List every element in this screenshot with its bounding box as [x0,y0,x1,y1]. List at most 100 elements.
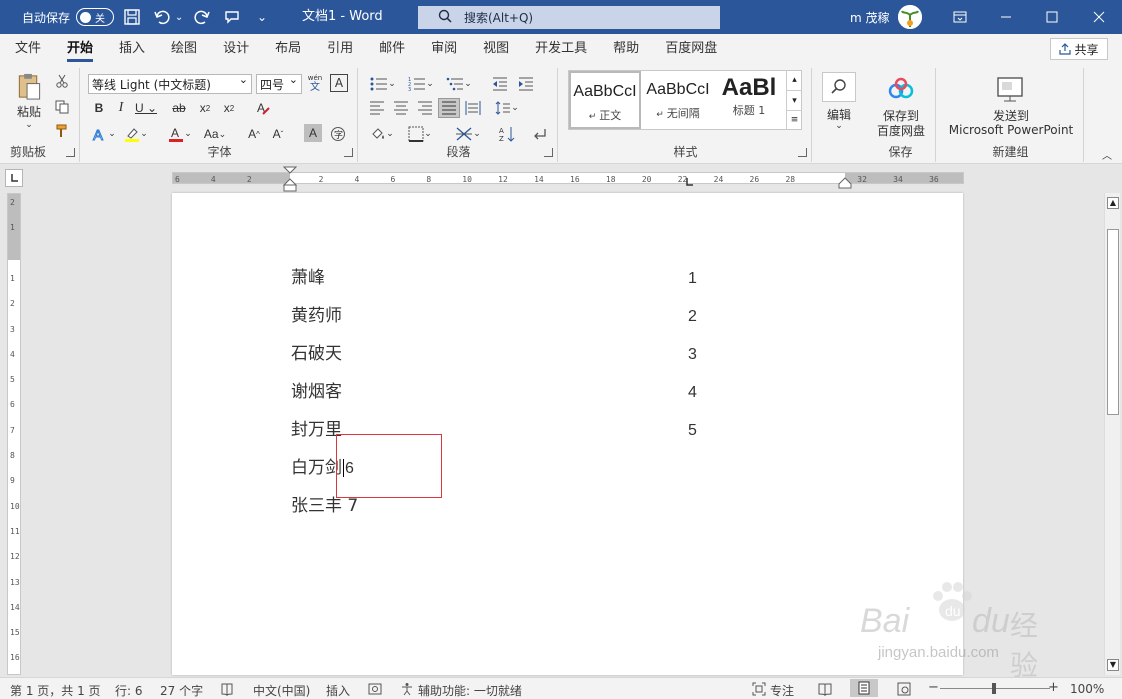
char-shading-icon[interactable]: A [304,124,322,142]
line-spacing-icon[interactable]: ⌄ [492,98,522,118]
font-launcher-icon[interactable] [344,148,353,157]
align-left-icon[interactable] [366,98,388,118]
autosave[interactable]: 自动保存 关 [22,8,115,26]
edit-dropdown-icon[interactable]: ⌄ [816,120,862,132]
shrink-font-icon[interactable]: Aˇ [268,124,288,144]
focus-icon[interactable] [752,682,766,699]
highlight-color-icon[interactable]: ⌄ [122,124,150,144]
web-layout-icon[interactable] [897,682,911,699]
baidu-netdisk-icon[interactable] [886,74,916,104]
document-page[interactable]: 萧峰 1 黄药师 2 石破天 3 谢烟客 4 封万里 5 白万剑 6 张三丰 7 [172,193,963,675]
clear-formatting-icon[interactable]: A [252,98,274,118]
status-words[interactable]: 27 个字 [160,682,203,699]
tab-help[interactable]: 帮助 [600,34,652,64]
chinese-layout-icon[interactable]: ⌄ [452,124,484,144]
send-to-ppt-icon[interactable] [994,74,1026,104]
sort-icon[interactable]: AZ [496,124,518,144]
grow-font-icon[interactable]: A ^ [244,124,264,144]
collapse-ribbon-icon[interactable]: ︿ [1100,148,1114,162]
numbering-icon[interactable]: 1 2 3 ⌄ [404,74,438,94]
baidu-line1[interactable]: 保存到 [866,108,936,123]
format-painter-icon[interactable] [52,122,72,140]
status-focus[interactable]: 专注 [770,682,794,699]
scroll-down-icon[interactable]: ▼ [1107,659,1119,671]
status-mode[interactable]: 插入 [326,682,350,699]
decrease-indent-icon[interactable] [490,74,510,94]
minimize-icon[interactable] [983,0,1029,34]
tab-insert[interactable]: 插入 [106,34,158,64]
styles-down-icon[interactable]: ▾ [787,90,802,110]
proofing-icon[interactable] [220,682,234,699]
search-input[interactable]: 搜索(Alt+Q) [418,6,720,29]
clipboard-launcher-icon[interactable] [66,148,75,157]
tab-developer[interactable]: 开发工具 [522,34,600,64]
zoom-slider-knob[interactable] [992,683,996,694]
undo-icon[interactable] [150,5,174,29]
status-accessibility[interactable]: 辅助功能: 一切就绪 [418,682,522,699]
enclose-char-icon[interactable]: 字 [328,124,348,144]
avatar[interactable] [897,5,922,29]
touch-mode-icon[interactable] [220,5,244,29]
zoom-out-icon[interactable]: − [928,680,939,695]
underline-icon[interactable]: U ⌄ [134,98,158,118]
find-icon[interactable] [822,72,856,102]
cut-icon[interactable] [52,72,72,90]
style-normal[interactable]: AaBbCcI ↵ 正文 [569,71,641,129]
tab-layout[interactable]: 布局 [262,34,314,64]
save-icon[interactable] [120,5,144,29]
paragraph-launcher-icon[interactable] [544,148,553,157]
tab-references[interactable]: 引用 [314,34,366,64]
tab-home[interactable]: 开始 [54,34,106,64]
distributed-icon[interactable] [462,98,484,118]
increase-indent-icon[interactable] [516,74,536,94]
tab-design[interactable]: 设计 [210,34,262,64]
redo-icon[interactable] [190,5,214,29]
tab-mailings[interactable]: 邮件 [366,34,418,64]
customize-qat-icon[interactable]: ⌄ [250,5,274,29]
paste-button[interactable]: 粘贴 ⌄ [12,72,46,130]
tab-draw[interactable]: 绘图 [158,34,210,64]
tab-selector[interactable] [5,169,23,187]
borders-icon[interactable]: ⌄ [404,124,436,144]
print-layout-icon[interactable] [850,679,878,697]
bullets-icon[interactable]: ⌄ [366,74,400,94]
ppt-line1[interactable]: 发送到 [938,108,1084,123]
copy-icon[interactable] [52,98,72,116]
scroll-thumb[interactable] [1107,229,1119,415]
vertical-scrollbar[interactable]: ▲ ▼ [1104,193,1120,675]
zoom-in-icon[interactable]: + [1048,680,1059,695]
bold-icon[interactable]: B [90,98,108,118]
italic-icon[interactable]: I [112,98,130,118]
status-page[interactable]: 第 1 页，共 1 页 [10,682,101,699]
zoom-slider[interactable] [940,683,1050,694]
change-case-icon[interactable]: Aa ⌄ [198,124,232,144]
tab-file[interactable]: 文件 [2,34,54,64]
macro-record-icon[interactable] [368,682,382,699]
text-effects-icon[interactable]: A ⌄ [90,124,118,144]
maximize-icon[interactable] [1029,0,1075,34]
font-color-icon[interactable]: A ⌄ [166,124,194,144]
status-zoom[interactable]: 100% [1070,682,1104,696]
align-center-icon[interactable] [390,98,412,118]
superscript-icon[interactable]: x2 [218,98,240,118]
read-mode-icon[interactable] [818,682,832,699]
char-border-button[interactable]: A [330,74,348,92]
status-language[interactable]: 中文(中国) [253,682,310,699]
user-account[interactable]: m 茂稼 [850,0,922,34]
styles-more-icon[interactable]: ≡ [787,110,802,128]
ribbon-display-icon[interactable] [937,0,983,34]
tab-review[interactable]: 审阅 [418,34,470,64]
phonetic-guide-button[interactable]: wén 文 [306,72,324,94]
autosave-toggle[interactable]: 关 [76,8,115,26]
accessibility-icon[interactable] [400,682,414,699]
baidu-line2[interactable]: 百度网盘 [866,123,936,138]
font-size-select[interactable]: 四号 [256,73,302,94]
tab-view[interactable]: 视图 [470,34,522,64]
style-no-spacing[interactable]: AaBbCcI ↵ 无间隔 [642,71,714,129]
style-heading-1[interactable]: AaBl 标题 1 [715,71,783,129]
multilevel-list-icon[interactable]: ⌄ [442,74,476,94]
subscript-icon[interactable]: x2 [194,98,216,118]
tab-stop-icon[interactable] [686,178,694,186]
vertical-ruler[interactable]: 2 1 1 2 3 4 5 6 7 8 9 10 11 12 13 14 15 16 [7,193,21,675]
share-button[interactable]: 共享 [1050,38,1108,60]
